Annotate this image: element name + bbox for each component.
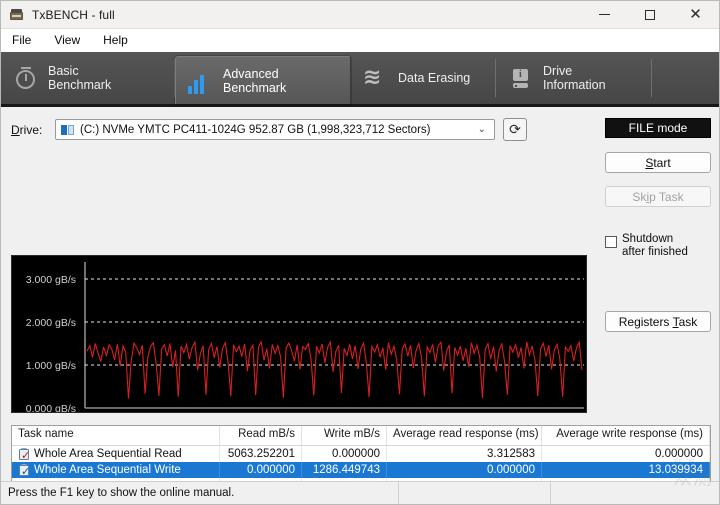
tab-drive-information-label: Drive Information <box>543 64 606 92</box>
content-area: Drive: (C:) NVMe YMTC PC411-1024G 952.87… <box>1 107 719 504</box>
shutdown-after-finished-checkbox[interactable]: Shutdown after finished <box>605 233 711 258</box>
shutdown-after-finished-label: Shutdown after finished <box>622 233 688 258</box>
svg-text:3.000 gB/s: 3.000 gB/s <box>26 274 76 286</box>
status-segment-2 <box>399 482 551 504</box>
table-row[interactable]: ✓ Whole Area Sequential Read 5063.252201 0.… <box>12 446 710 462</box>
table-column-header[interactable]: Average write response (ms) <box>542 426 710 445</box>
table-cell: ✓ Whole Area Sequential Read <box>12 446 220 462</box>
app-icon <box>9 7 25 23</box>
window-title: TxBENCH - full <box>32 7 115 22</box>
start-button-label: Start <box>645 155 671 170</box>
tab-advanced-benchmark[interactable]: Advanced Benchmark <box>175 56 351 104</box>
checkbox-box <box>605 236 617 248</box>
drive-select[interactable]: (C:) NVMe YMTC PC411-1024G 952.87 GB (1,… <box>55 119 495 140</box>
bar-chart-icon <box>188 68 214 94</box>
drive-selected-value: (C:) NVMe YMTC PC411-1024G 952.87 GB (1,… <box>80 123 431 136</box>
tab-drive-information[interactable]: Drive Information <box>496 52 652 104</box>
refresh-button[interactable]: ⟳ <box>503 118 527 141</box>
drive-info-icon <box>508 65 534 91</box>
minimize-button[interactable] <box>582 1 627 28</box>
wave-icon: ≋ <box>363 65 382 90</box>
refresh-icon: ⟳ <box>509 121 521 138</box>
window-controls: ✕ <box>582 1 719 28</box>
throughput-chart: 3.000 gB/s 2.000 gB/s 1.000 gB/s 0.000 gB/s <box>11 255 587 413</box>
table-cell: 5063.252201 <box>220 446 302 462</box>
table-cell: 13.039934 <box>542 462 710 478</box>
table-column-header[interactable]: Write mB/s <box>302 426 387 445</box>
tab-data-erasing[interactable]: ≋ Data Erasing <box>351 52 496 104</box>
drive-icon <box>61 124 75 136</box>
table-column-header[interactable]: Read mB/s <box>220 426 302 445</box>
table-cell: 1286.449743 <box>302 462 387 478</box>
svg-text:0.000 gB/s: 0.000 gB/s <box>26 403 76 413</box>
tab-basic-benchmark[interactable]: Basic Benchmark <box>1 52 175 104</box>
table-header-row: Task name Read mB/s Write mB/s Average read… <box>12 426 710 446</box>
task-read-icon: ✓ <box>19 447 31 462</box>
table-cell: 3.312583 <box>387 446 542 462</box>
menu-item-view[interactable]: View <box>52 32 82 48</box>
skip-task-button[interactable]: Skip Task <box>605 186 711 207</box>
table-column-header[interactable]: Task name <box>12 426 220 445</box>
tab-advanced-benchmark-label: Advanced Benchmark <box>223 66 287 95</box>
table-cell: 0.000000 <box>542 446 710 462</box>
close-icon: ✕ <box>689 5 702 23</box>
registers-task-button[interactable]: Registers Task <box>605 311 711 332</box>
chart-svg: 3.000 gB/s 2.000 gB/s 1.000 gB/s 0.000 gB/s <box>26 262 584 413</box>
table-cell: 0.000000 <box>220 462 302 478</box>
menu-item-file[interactable]: File <box>10 32 33 48</box>
table-cell: ✓ Whole Area Sequential Write <box>12 462 220 478</box>
side-panel: FILE mode Start Skip Task Shutdown after… <box>605 118 711 332</box>
title-bar: TxBENCH - full ✕ <box>1 1 719 29</box>
chevron-down-icon: ⌄ <box>477 124 486 135</box>
status-segment-3 <box>551 482 719 504</box>
svg-text:1.000 gB/s: 1.000 gB/s <box>26 360 76 372</box>
table-column-header[interactable]: Average read response (ms) <box>387 426 542 445</box>
table-cell: 0.000000 <box>387 462 542 478</box>
registers-task-label: Registers Task <box>618 314 698 329</box>
status-message: Press the F1 key to show the online manu… <box>1 482 399 504</box>
close-button[interactable]: ✕ <box>672 1 719 28</box>
menu-bar: File View Help <box>1 29 719 52</box>
drive-selector-row: Drive: (C:) NVMe YMTC PC411-1024G 952.87… <box>11 118 527 141</box>
tab-basic-benchmark-label: Basic Benchmark <box>48 64 112 92</box>
start-button[interactable]: Start <box>605 152 711 173</box>
status-bar: Press the F1 key to show the online manu… <box>1 481 719 504</box>
table-row[interactable]: ✓ Whole Area Sequential Write 0.000000 1286… <box>12 462 710 478</box>
tab-bar: Basic Benchmark Advanced Benchmark ≋ Dat… <box>1 52 719 107</box>
svg-text:2.000 gB/s: 2.000 gB/s <box>26 317 76 329</box>
maximize-icon <box>644 9 655 20</box>
drive-label: Drive: <box>11 122 43 137</box>
task-write-icon: ✓ <box>19 463 31 478</box>
txbench-window: TxBENCH - full ✕ File View Help Basic Be… <box>0 0 720 505</box>
skip-task-label: Skip Task <box>632 189 684 204</box>
clock-icon <box>13 65 39 91</box>
menu-item-help[interactable]: Help <box>101 32 130 48</box>
minimize-icon <box>599 14 610 15</box>
file-mode-button[interactable]: FILE mode <box>605 118 711 138</box>
tab-data-erasing-label: Data Erasing <box>398 71 471 85</box>
maximize-button[interactable] <box>627 1 672 28</box>
table-cell: 0.000000 <box>302 446 387 462</box>
